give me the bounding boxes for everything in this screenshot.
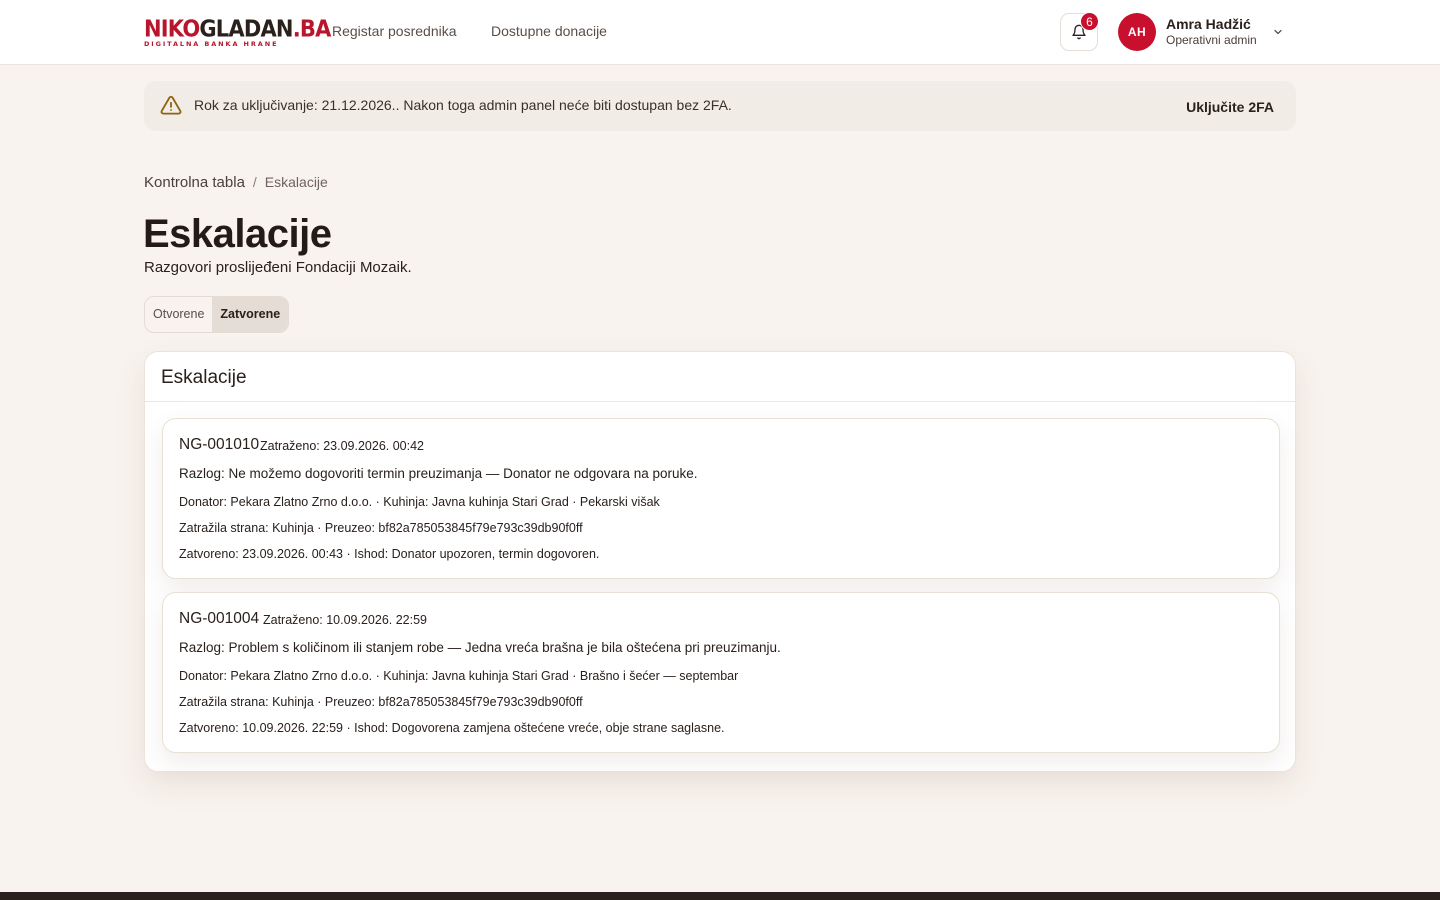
escalation-donor-info: Donator: Pekara Zlatno Zrno d.o.o. · Kuh…: [179, 669, 739, 683]
escalation-closed-info: Zatvoreno: 23.09.2026. 00:43 · Ishod: Do…: [179, 547, 600, 561]
breadcrumb: Kontrolna tabla / Eskalacije: [144, 174, 328, 191]
user-name[interactable]: Amra Hadžić: [1166, 16, 1251, 32]
escalation-party-info: Zatražila strana: Kuhinja · Preuzeo: bf8…: [179, 521, 583, 535]
card-title: Eskalacije: [161, 367, 247, 388]
status-tabs: Otvorene Zatvorene: [144, 296, 290, 333]
page-title: Eskalacije: [143, 212, 332, 256]
card-header: Eskalacije: [145, 352, 1295, 402]
escalation-requested-time: Zatraženo: 23.09.2026. 00:42: [260, 439, 425, 453]
escalation-id: NG-001004: [179, 610, 260, 627]
chevron-down-icon[interactable]: [1272, 26, 1284, 38]
notification-count-badge: 6: [1080, 12, 1099, 31]
breadcrumb-home-link[interactable]: Kontrolna tabla: [144, 174, 245, 191]
user-role: Operativni admin: [1166, 33, 1257, 47]
escalation-party-info: Zatražila strana: Kuhinja · Preuzeo: bf8…: [179, 695, 583, 709]
user-avatar[interactable]: AH: [1118, 13, 1156, 51]
site-logo[interactable]: NIKOGLADAN.BA DIGITALNA BANKA HRANE: [144, 16, 331, 48]
escalation-item[interactable]: NG-001010 Zatraženo: 23.09.2026. 00:42 R…: [162, 418, 1280, 579]
escalation-id: NG-001010: [179, 436, 260, 453]
footer: [0, 892, 1440, 900]
nav-link-intermediary-registry[interactable]: Registar posrednika: [332, 22, 457, 40]
escalation-reason: Razlog: Ne možemo dogovoriti termin preu…: [179, 466, 698, 481]
breadcrumb-separator: /: [252, 174, 257, 190]
logo-wordmark: NIKOGLADAN.BA: [144, 16, 331, 42]
banner-message: Rok za uključivanje: 21.12.2026.. Nakon …: [194, 97, 732, 113]
tab-open[interactable]: Otvorene: [145, 297, 212, 332]
escalations-card: Eskalacije NG-001010 Zatraženo: 23.09.20…: [144, 351, 1296, 772]
top-navigation-bar: NIKOGLADAN.BA DIGITALNA BANKA HRANE Regi…: [0, 0, 1440, 65]
nav-link-available-donations[interactable]: Dostupne donacije: [491, 22, 607, 40]
escalation-closed-info: Zatvoreno: 10.09.2026. 22:59 · Ishod: Do…: [179, 721, 725, 735]
escalation-requested-time: Zatraženo: 10.09.2026. 22:59: [263, 613, 428, 627]
tab-closed[interactable]: Zatvorene: [212, 297, 289, 332]
two-factor-warning-banner: Rok za uključivanje: 21.12.2026.. Nakon …: [144, 81, 1296, 131]
warning-icon: [160, 95, 182, 115]
enable-2fa-button[interactable]: Uključite 2FA: [1186, 99, 1274, 115]
page-subtitle: Razgovori proslijeđeni Fondaciji Mozaik.: [144, 259, 412, 276]
escalation-item[interactable]: NG-001004 Zatraženo: 10.09.2026. 22:59 R…: [162, 592, 1280, 753]
escalation-donor-info: Donator: Pekara Zlatno Zrno d.o.o. · Kuh…: [179, 495, 660, 509]
breadcrumb-current: Eskalacije: [264, 174, 328, 190]
escalation-reason: Razlog: Problem s količinom ili stanjem …: [179, 640, 781, 655]
